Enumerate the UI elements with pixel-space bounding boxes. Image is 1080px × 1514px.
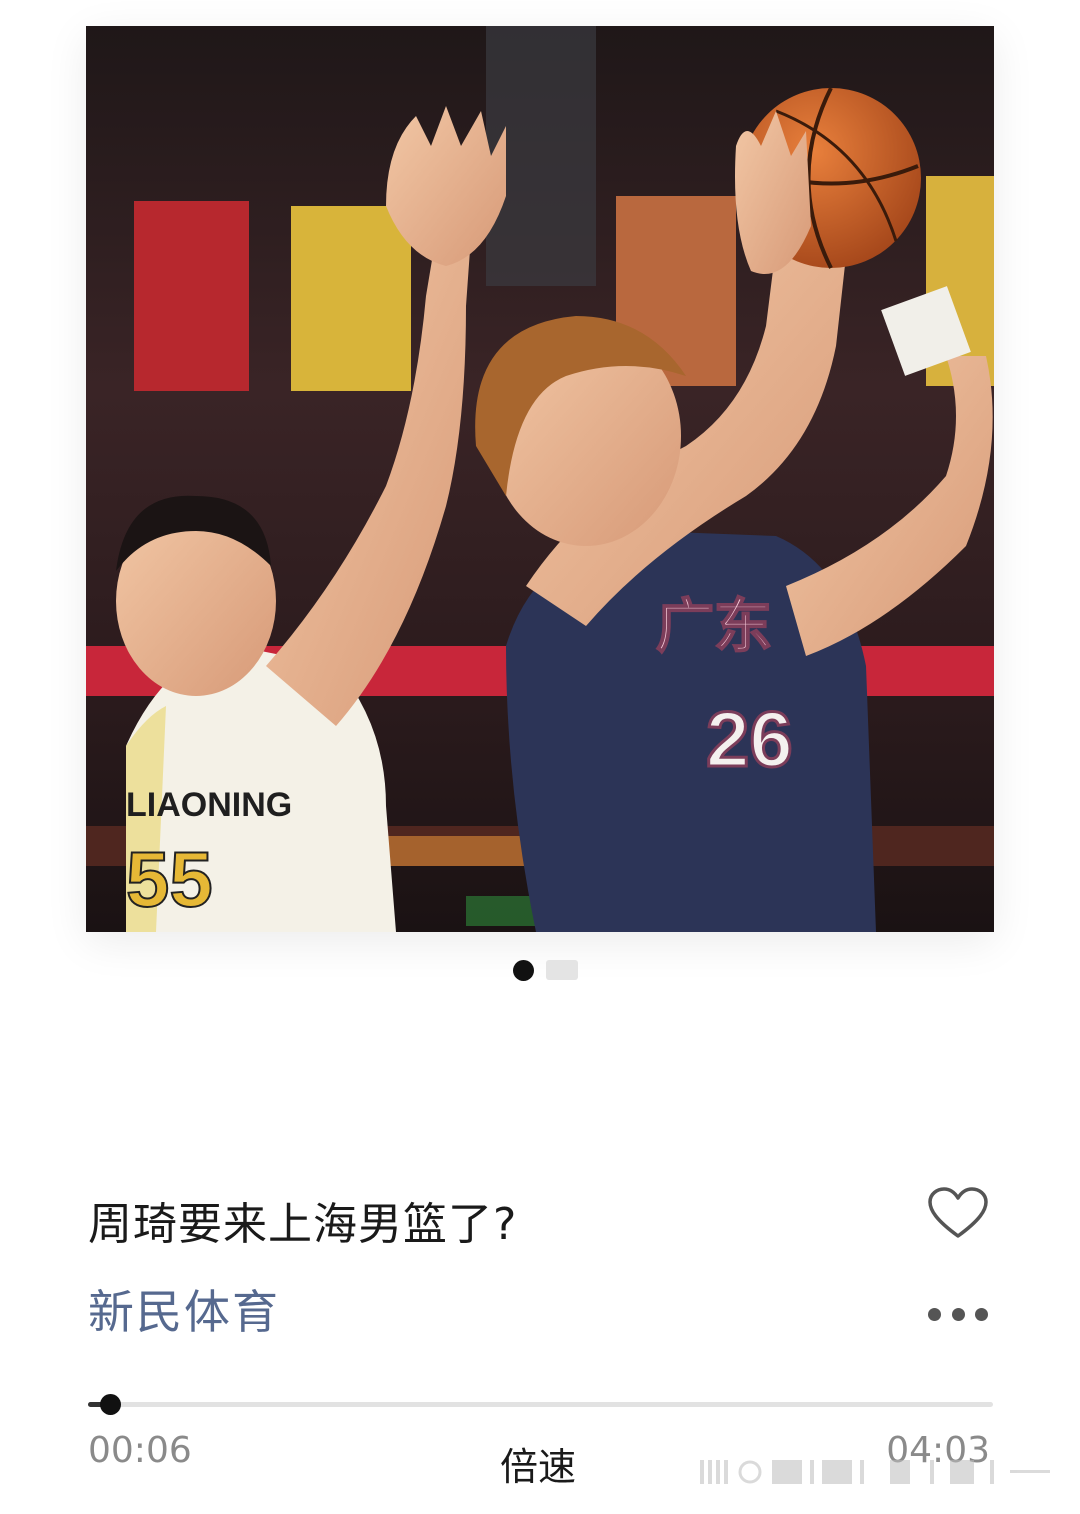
progress-slider[interactable] [88,1394,993,1415]
like-button[interactable] [926,1186,990,1242]
playback-speed-button[interactable]: 倍速 [500,1436,576,1491]
more-dots-icon [951,1307,965,1321]
jersey-right-number: 26 [706,695,793,783]
current-time: 00:06 [88,1430,192,1471]
cover-image[interactable]: LIAONING 55 广东 26 [86,26,994,932]
more-button[interactable] [928,1300,988,1328]
basketball-photo: LIAONING 55 广东 26 [86,26,994,932]
more-dots-icon [975,1307,988,1321]
watermark-logo [700,1460,1050,1484]
pager-dot-inactive[interactable] [545,960,578,980]
heart-icon [928,1187,988,1238]
pager-dot-active[interactable] [512,959,534,981]
jersey-left-number: 55 [126,835,213,923]
audio-article-page: LIAONING 55 广东 26 周琦要来上海男篮了? 新民体育 00:06 … [0,0,1080,1514]
author-name[interactable]: 新民体育 [88,1276,280,1342]
jersey-right-text: 广东 [656,592,772,660]
more-dots-icon [928,1307,941,1321]
carousel-pager [0,958,1080,982]
article-title: 周琦要来上海男篮了? [88,1199,518,1250]
progress-thumb[interactable] [99,1394,121,1415]
jersey-left-text: LIAONING [126,786,292,824]
